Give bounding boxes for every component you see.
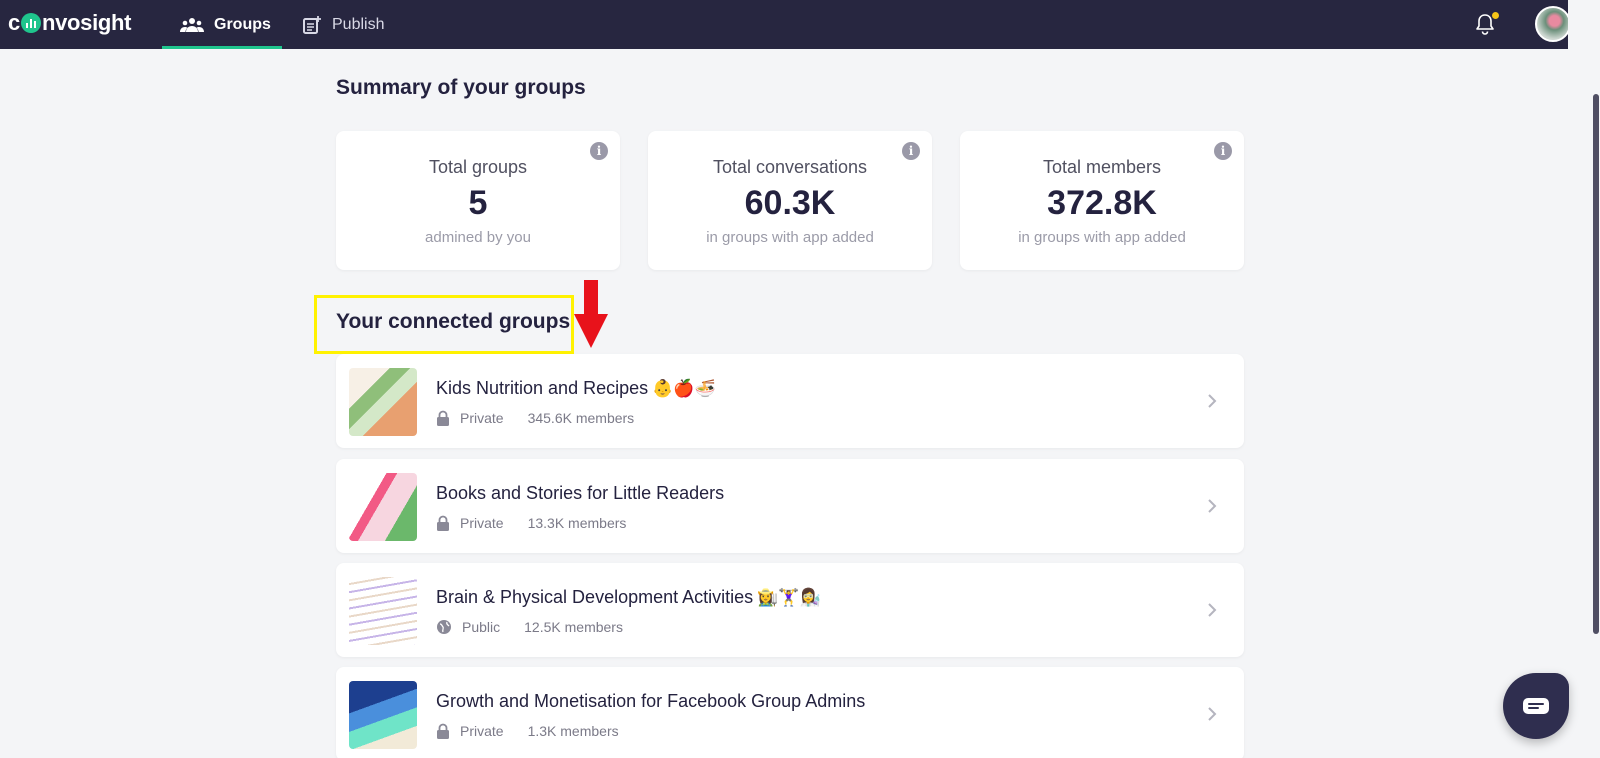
group-title: Growth and Monetisation for Facebook Gro… <box>436 691 869 712</box>
nav-tab-groups-label: Groups <box>214 15 271 33</box>
logo-text-start: c <box>8 10 20 35</box>
annotation-highlight-box <box>314 295 574 354</box>
stat-card-total-members: i Total members 372.8K in groups with ap… <box>960 131 1244 270</box>
group-title: Kids Nutrition and Recipes 👶🍎🍜 <box>436 378 716 399</box>
group-emoji: 👶🍎🍜 <box>652 379 716 398</box>
stat-value: 372.8K <box>1047 184 1157 222</box>
group-emoji: 👩‍🌾🏋️‍♀️👩‍🔬 <box>757 588 821 607</box>
info-icon[interactable]: i <box>902 142 920 160</box>
nav-tab-publish-label: Publish <box>332 15 385 33</box>
stat-subtext: in groups with app added <box>706 229 874 246</box>
info-icon[interactable]: i <box>590 142 608 160</box>
annotation-down-arrow-icon <box>574 280 608 348</box>
chevron-right-icon <box>1208 499 1217 513</box>
chat-launcher-button[interactable] <box>1503 673 1569 739</box>
group-row[interactable]: Books and Stories for Little Readers Pri… <box>336 459 1244 553</box>
publish-icon <box>303 15 321 34</box>
group-row[interactable]: Kids Nutrition and Recipes 👶🍎🍜 Private 34… <box>336 354 1244 448</box>
nav-tab-groups[interactable]: Groups <box>162 0 282 49</box>
group-privacy: Public <box>462 619 501 635</box>
group-name: Books and Stories for Little Readers <box>436 483 725 503</box>
info-icon[interactable]: i <box>1214 142 1232 160</box>
stat-label: Total groups <box>428 157 528 177</box>
lock-icon <box>437 723 449 739</box>
stat-subtext: in groups with app added <box>1018 229 1186 246</box>
summary-title: Summary of your groups <box>336 76 586 99</box>
lock-icon <box>437 410 449 426</box>
group-members: 345.6K members <box>527 410 635 426</box>
group-name: Brain & Physical Development Activities <box>436 587 754 607</box>
scrollbar-thumb[interactable] <box>1593 94 1599 634</box>
chat-icon <box>1523 698 1549 714</box>
top-navbar: c nvosight Groups Publish <box>0 0 1571 49</box>
group-title: Books and Stories for Little Readers <box>436 483 728 504</box>
stat-label: Total members <box>1042 157 1162 177</box>
stat-card-total-groups: i Total groups 5 admined by you <box>336 131 620 270</box>
group-privacy: Private <box>460 723 504 739</box>
stat-value: 5 <box>468 184 488 222</box>
chevron-right-icon <box>1208 394 1217 408</box>
stat-card-total-conversations: i Total conversations 60.3K in groups wi… <box>648 131 932 270</box>
group-name: Kids Nutrition and Recipes <box>436 378 649 398</box>
group-title: Brain & Physical Development Activities 👩… <box>436 587 821 608</box>
globe-icon <box>437 620 451 634</box>
logo-text-end: nvosight <box>41 10 132 35</box>
groups-icon <box>180 17 204 32</box>
stat-subtext: admined by you <box>425 229 531 246</box>
lock-icon <box>437 515 449 531</box>
group-row[interactable]: Growth and Monetisation for Facebook Gro… <box>336 667 1244 758</box>
group-privacy: Private <box>460 515 504 531</box>
group-members: 13.3K members <box>527 515 627 531</box>
group-meta: Private 345.6K members <box>436 410 634 426</box>
convosight-logo[interactable]: c nvosight <box>8 10 132 36</box>
notification-dot <box>1492 12 1499 19</box>
stat-label: Total conversations <box>712 157 868 177</box>
group-row[interactable]: Brain & Physical Development Activities 👩… <box>336 563 1244 657</box>
group-privacy: Private <box>460 410 504 426</box>
group-thumbnail <box>349 681 417 749</box>
chevron-right-icon <box>1208 707 1217 721</box>
group-meta: Private 13.3K members <box>436 515 626 531</box>
chevron-right-icon <box>1208 603 1217 617</box>
logo-chart-icon <box>20 13 41 33</box>
stat-value: 60.3K <box>744 184 836 222</box>
group-meta: Private 1.3K members <box>436 723 619 739</box>
group-meta: Public 12.5K members <box>436 619 623 635</box>
group-name: Growth and Monetisation for Facebook Gro… <box>436 691 866 711</box>
group-members: 12.5K members <box>524 619 623 635</box>
group-members: 1.3K members <box>527 723 619 739</box>
group-thumbnail <box>349 577 417 645</box>
user-avatar[interactable] <box>1535 6 1571 42</box>
group-thumbnail <box>349 473 417 541</box>
nav-tab-publish[interactable]: Publish <box>302 0 384 49</box>
group-thumbnail <box>349 368 417 436</box>
